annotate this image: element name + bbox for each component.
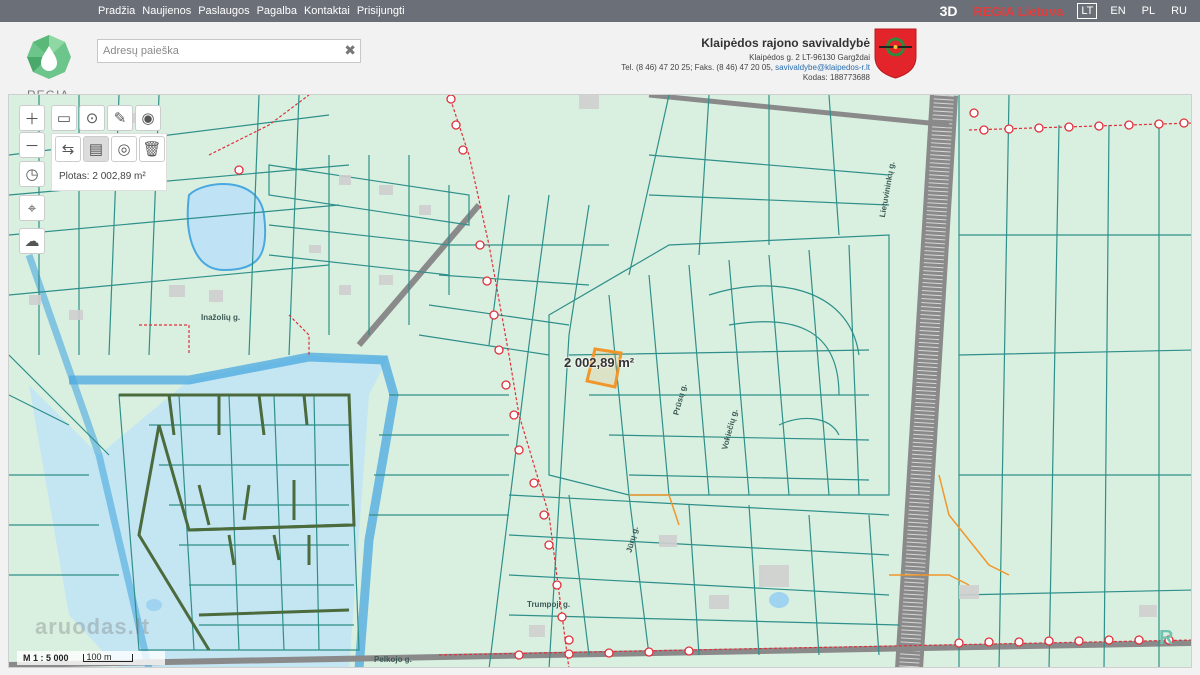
nav-services[interactable]: Paslaugos [198,5,249,17]
target-icon: ◉ [141,110,155,127]
zoom-out-button[interactable]: － [19,132,45,158]
shape-button[interactable]: ☁ [19,228,45,254]
nav-login[interactable]: Prisijungti [357,5,405,17]
measure-radius-button[interactable]: ◎ [111,136,137,162]
clear-icon[interactable]: ✖ [344,42,356,59]
lang-pl[interactable]: PL [1139,4,1158,18]
address-search: ✖ [97,39,361,63]
regia-corner-logo: R [1159,627,1174,649]
ruler-button[interactable]: ▭ [51,105,77,131]
measure-area-button[interactable]: ▤ [83,136,109,162]
street-label: Pelkojo g. [374,655,412,664]
street-label: Trumpoji g. [527,600,571,609]
measure-line-button[interactable]: ⇆ [55,136,81,162]
edit-button[interactable]: ✎ [107,105,133,131]
compass-icon: ◷ [25,166,39,183]
coat-of-arms-icon [874,28,917,79]
scale-length: 100 m [82,653,133,662]
regia-drop-icon[interactable] [26,34,72,80]
edit-icon: ✎ [113,110,127,127]
municipality-title: Klaipėdos rajono savivaldybė [701,36,870,50]
header: REGIA ✖ Klaipėdos rajono savivaldybė Kla… [0,22,1200,102]
municipality-code: Kodas: 188773688 [802,73,870,82]
measure-label: 2 002,89 m² [564,355,635,370]
lang-lt[interactable]: LT [1077,3,1098,19]
scale-ratio: M 1 : 5 000 [23,653,69,663]
ruler-icon: ▭ [56,110,72,127]
watermark: aruodas.lt [35,614,151,639]
target-button[interactable]: ◉ [135,105,161,131]
top-right-controls: 3D REGIA Lietuva LT EN PL RU [940,0,1190,22]
zoom-in-button[interactable]: ＋ [19,105,45,131]
nav-news[interactable]: Naujienos [142,5,191,17]
3d-button[interactable]: 3D [940,3,958,19]
street-label: Inažolių g. [201,313,241,322]
shape-icon: ☁ [24,233,40,250]
municipality-address: Klaipėdos g. 2 LT-96130 Gargždai [749,53,870,62]
locate-button[interactable]: ⌖ [19,195,45,221]
search-input[interactable] [98,40,328,62]
nav-contacts[interactable]: Kontaktai [304,5,350,17]
nav-home[interactable]: Pradžia [98,5,135,17]
top-navigation: Pradžia Naujienos Paslaugos Pagalba Kont… [98,0,405,22]
lang-en[interactable]: EN [1107,4,1128,18]
municipality-phones: Tel. (8 46) 47 20 25; Faks. (8 46) 47 20… [621,63,773,72]
marker-icon: ⊙ [85,110,99,127]
map-canvas[interactable] [9,95,1192,668]
lang-ru[interactable]: RU [1168,4,1190,18]
compass-button[interactable]: ◷ [19,161,45,187]
scale-bar: M 1 : 5 000 100 m [17,651,165,665]
top-bar: Pradžia Naujienos Paslaugos Pagalba Kont… [0,0,1200,22]
trash-button[interactable]: 🗑 [139,136,165,162]
locate-icon: ⌖ [27,199,37,217]
measure-area-icon: ▤ [88,141,104,158]
marker-button[interactable]: ⊙ [79,105,105,131]
measure-line-icon: ⇆ [61,141,75,158]
municipality-email[interactable]: savivaldybe@klaipedos-r.lt [775,63,870,72]
map-view[interactable]: Inažolių g. Prūsų g. Vokiečių g. Pelkojo… [8,94,1192,668]
measure-radius-icon: ◎ [117,141,131,158]
area-value: Plotas: 2 002,89 m² [59,171,146,182]
municipality-info: Klaipėdos rajono savivaldybė Klaipėdos g… [621,36,870,83]
nav-help[interactable]: Pagalba [257,5,297,17]
trash-icon: 🗑 [142,141,162,158]
regia-lietuva-link[interactable]: REGIA Lietuva [974,4,1064,19]
